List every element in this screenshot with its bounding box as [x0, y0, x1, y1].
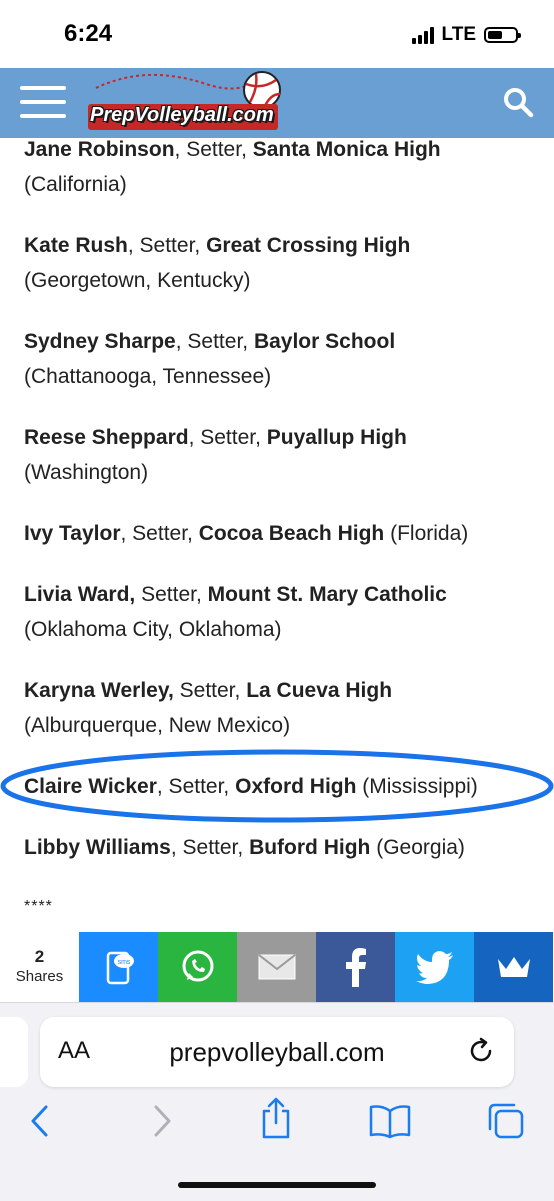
facebook-icon — [345, 948, 366, 987]
player-location: (Alburquerque, New Mexico) — [24, 714, 291, 737]
status-time: 6:24 — [64, 20, 113, 47]
whatsapp-icon — [182, 950, 213, 982]
site-header: PrepVolleyball.com — [0, 68, 554, 138]
roster-entry: Libby Williams, Setter, Buford High (Geo… — [24, 830, 544, 865]
player-location: (Washington) — [24, 461, 149, 484]
search-icon[interactable] — [502, 86, 534, 118]
section-separator: **** — [24, 898, 53, 915]
site-logo[interactable]: PrepVolleyball.com — [86, 68, 286, 134]
signal-icon — [411, 26, 434, 44]
player-position: , Setter, — [120, 522, 199, 545]
svg-text:sms: sms — [117, 959, 130, 966]
roster-entry: Ivy Taylor, Setter, Cocoa Beach High (Fl… — [24, 516, 544, 551]
player-location: (Georgetown, Kentucky) — [24, 269, 251, 292]
player-location: (Oklahoma City, Oklahoma) — [24, 618, 282, 641]
previous-tab-preview[interactable] — [0, 1017, 28, 1087]
player-name: Karyna Werley, — [24, 679, 174, 702]
player-name: Reese Sheppard — [24, 426, 189, 449]
tabs-icon[interactable] — [486, 1101, 526, 1141]
player-school: Mount St. Mary Catholic — [207, 583, 447, 606]
player-position: , Setter, — [188, 426, 267, 449]
player-name: Claire Wicker — [24, 775, 157, 798]
roster-entry-highlighted: Claire Wicker, Setter, Oxford High (Miss… — [24, 769, 544, 804]
sms-icon: sms — [106, 951, 134, 985]
player-name: Jane Robinson — [24, 138, 175, 161]
network-label: LTE — [441, 24, 476, 45]
roster-entry: Reese Sheppard, Setter, Puyallup High (Wa… — [24, 420, 544, 490]
reload-icon[interactable] — [468, 1037, 496, 1065]
player-location: (Mississippi) — [362, 775, 478, 798]
player-position: , Setter, — [156, 775, 236, 798]
battery-icon — [484, 27, 521, 43]
player-position: , Setter, — [174, 138, 253, 161]
share-count-number: 2 — [34, 947, 45, 966]
roster-entry: Jane Robinson, Setter, Santa Monica High… — [24, 132, 544, 202]
roster-entry: Livia Ward, Setter, Mount St. Mary Catho… — [24, 577, 544, 647]
player-school: Puyallup High — [266, 426, 407, 449]
player-school: Great Crossing High — [206, 234, 411, 257]
status-bar: 6:24 LTE — [0, 0, 554, 68]
player-name: Kate Rush — [24, 234, 128, 257]
status-indicators: LTE — [411, 24, 521, 46]
email-icon — [257, 954, 296, 980]
player-school: La Cueva High — [246, 679, 393, 702]
browser-chrome: AA prepvolleyball.com — [0, 1002, 554, 1201]
player-position: Setter, — [135, 583, 208, 606]
share-count-label: Shares — [15, 968, 64, 985]
email-share-button[interactable] — [237, 932, 316, 1002]
sms-share-button[interactable]: sms — [79, 932, 158, 1002]
player-position: , Setter, — [127, 234, 207, 257]
roster-entry: Karyna Werley, Setter, La Cueva High (Alb… — [24, 673, 544, 743]
player-location: (California) — [24, 173, 127, 196]
twitter-icon — [415, 951, 453, 984]
address-bar[interactable]: AA prepvolleyball.com — [40, 1017, 514, 1087]
player-name: Ivy Taylor — [24, 522, 121, 545]
player-school: Baylor School — [253, 330, 396, 353]
player-school: Cocoa Beach High — [198, 522, 385, 545]
logo-text: PrepVolleyball.com — [90, 104, 274, 126]
article-body: Jane Robinson, Setter, Santa Monica High… — [24, 132, 544, 891]
facebook-share-button[interactable] — [316, 932, 395, 1002]
player-name: Livia Ward, — [24, 583, 136, 606]
whatsapp-share-button[interactable] — [158, 932, 237, 1002]
player-name: Sydney Sharpe — [24, 330, 176, 353]
roster-entry: Sydney Sharpe, Setter, Baylor School (Cha… — [24, 324, 544, 394]
menu-icon[interactable] — [20, 86, 66, 122]
player-position: Setter, — [173, 679, 247, 702]
player-school: Santa Monica High — [252, 138, 441, 161]
player-position: , Setter, — [170, 836, 250, 859]
player-position: , Setter, — [175, 330, 254, 353]
bookmarks-icon[interactable] — [368, 1103, 412, 1139]
player-location: (Chattanooga, Tennessee) — [24, 365, 272, 388]
url-text[interactable]: prepvolleyball.com — [40, 1037, 514, 1068]
share-bar: 2 Shares sms — [0, 932, 554, 1002]
player-school: Oxford High — [235, 775, 357, 798]
player-location: (Florida) — [390, 522, 469, 545]
player-location: (Georgia) — [376, 836, 465, 859]
back-icon[interactable] — [24, 1103, 60, 1139]
player-name: Libby Williams — [24, 836, 171, 859]
browser-toolbar — [0, 1097, 554, 1143]
crown-icon — [497, 957, 530, 977]
roster-entry: Kate Rush, Setter, Great Crossing High (G… — [24, 228, 544, 298]
share-icon[interactable] — [256, 1097, 296, 1141]
crown-share-button[interactable] — [474, 932, 553, 1002]
forward-icon[interactable] — [142, 1103, 178, 1139]
home-indicator[interactable] — [178, 1182, 376, 1188]
twitter-share-button[interactable] — [395, 932, 474, 1002]
player-school: Buford High — [249, 836, 371, 859]
share-count: 2 Shares — [0, 932, 79, 1002]
